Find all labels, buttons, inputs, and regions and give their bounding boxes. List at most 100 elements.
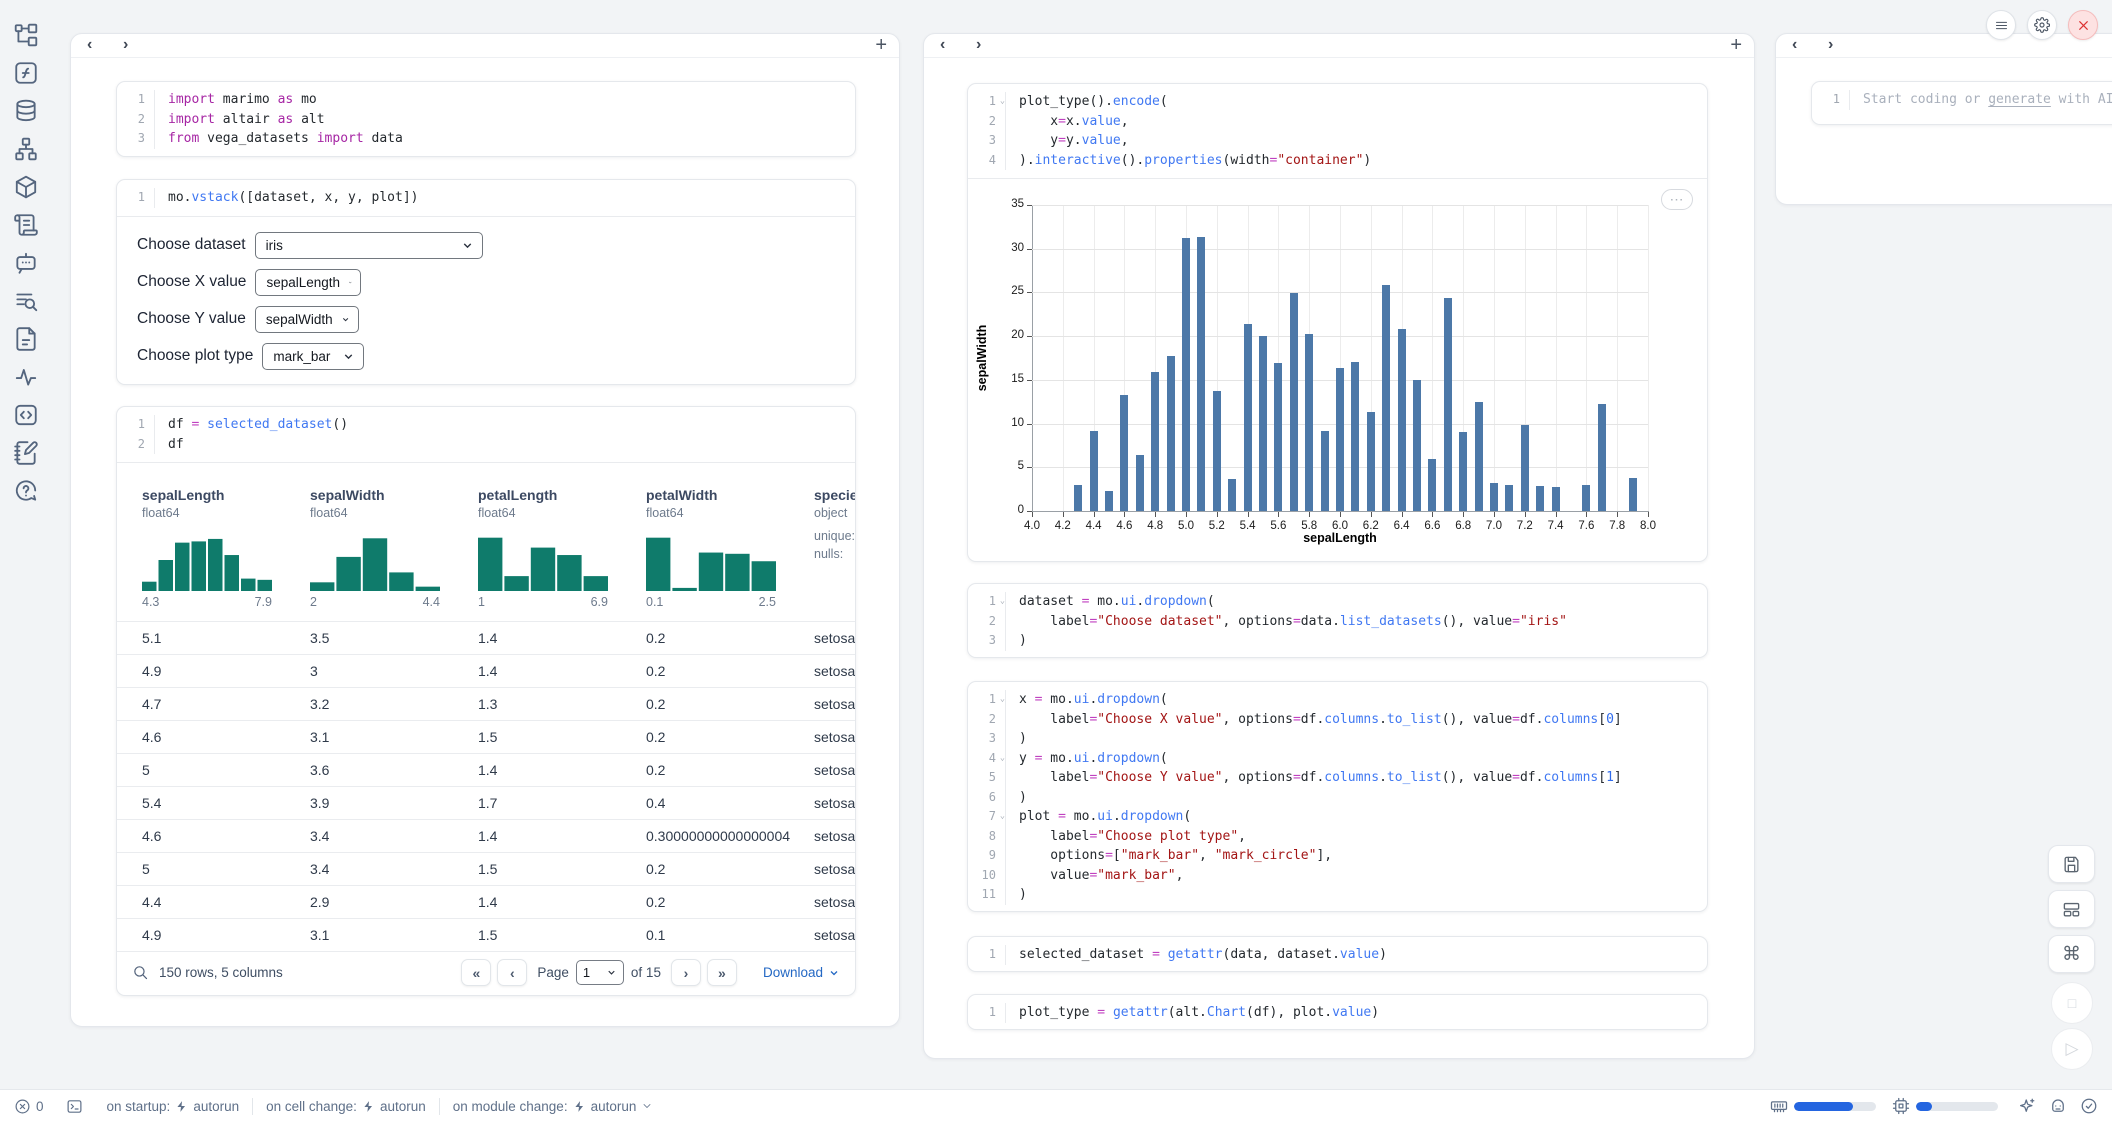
table-row[interactable]: 4.93.11.50.1setosa bbox=[117, 918, 855, 951]
dropdown-choose-dataset[interactable]: iris bbox=[255, 232, 483, 259]
add-cell-button[interactable]: + bbox=[1730, 34, 1742, 57]
table-row[interactable]: 53.61.40.2setosa bbox=[117, 753, 855, 786]
prev-page-button[interactable]: ‹ bbox=[497, 959, 527, 986]
table-row[interactable]: 5.43.91.70.4setosa bbox=[117, 786, 855, 819]
dropdown-choose-y-value[interactable]: sepalWidth bbox=[255, 306, 359, 333]
pulse-icon[interactable] bbox=[13, 364, 39, 390]
fold-icon[interactable]: ⌄ bbox=[1000, 812, 1005, 821]
bot-icon[interactable] bbox=[2049, 1097, 2067, 1115]
empty-cell-placeholder[interactable]: Start coding or generate with AI bbox=[1850, 90, 2112, 110]
ai-sparkles-icon[interactable] bbox=[2018, 1097, 2036, 1115]
chat-bot-icon[interactable] bbox=[13, 250, 39, 276]
fold-icon[interactable]: ⌄ bbox=[1000, 597, 1005, 606]
code-snippets-icon[interactable] bbox=[13, 402, 39, 428]
on-cell-change-toggle[interactable]: on cell change: autorun bbox=[266, 1099, 426, 1114]
table-row[interactable]: 53.41.50.2setosa bbox=[117, 852, 855, 885]
code-line[interactable]: x = mo.ui.dropdown( bbox=[1006, 690, 1168, 710]
page-select[interactable]: 1 bbox=[576, 960, 624, 985]
code-line[interactable]: ) bbox=[1006, 631, 1027, 651]
next-page-button[interactable]: › bbox=[671, 959, 701, 986]
dropdown-choose-x-value[interactable]: sepalLength bbox=[255, 269, 361, 296]
table-row[interactable]: 4.63.41.40.30000000000000004setosa bbox=[117, 819, 855, 852]
cell-selected-dataset[interactable]: 1selected_dataset = getattr(data, datase… bbox=[967, 936, 1708, 972]
code-line[interactable]: label="Choose Y value", options=df.colum… bbox=[1006, 768, 1622, 788]
file-tree-icon[interactable] bbox=[13, 22, 39, 48]
code-line[interactable]: value="mark_bar", bbox=[1006, 866, 1183, 886]
code-line[interactable]: label="Choose X value", options=df.colum… bbox=[1006, 710, 1622, 730]
code-line[interactable]: options=["mark_bar", "mark_circle"], bbox=[1006, 846, 1332, 866]
cell-dataframe[interactable]: 1df = selected_dataset()2df sepalLengthf… bbox=[116, 406, 856, 996]
error-indicator[interactable]: 0 bbox=[14, 1098, 44, 1115]
help-icon[interactable] bbox=[13, 478, 39, 504]
code-line[interactable]: ).interactive().properties(width="contai… bbox=[1006, 151, 1371, 171]
stop-button[interactable]: □ bbox=[2051, 982, 2093, 1024]
log-search-icon[interactable] bbox=[13, 288, 39, 314]
table-row[interactable]: 5.13.51.40.2setosa bbox=[117, 621, 855, 654]
cell-plot-type[interactable]: 1plot_type = getattr(alt.Chart(df), plot… bbox=[967, 994, 1708, 1030]
add-cell-button[interactable]: + bbox=[875, 34, 887, 57]
layout-button[interactable] bbox=[2048, 890, 2095, 928]
cell-vstack[interactable]: 1mo.vstack([dataset, x, y, plot]) Choose… bbox=[116, 179, 856, 385]
cell-xy-plot-dropdowns[interactable]: 1⌄x = mo.ui.dropdown(2 label="Choose X v… bbox=[967, 681, 1708, 912]
function-square-icon[interactable] bbox=[13, 60, 39, 86]
code-line[interactable]: plot_type = getattr(alt.Chart(df), plot.… bbox=[1006, 1003, 1379, 1023]
cell-imports[interactable]: 1import marimo as mo2import altair as al… bbox=[116, 81, 856, 157]
dependency-graph-icon[interactable] bbox=[13, 136, 39, 162]
code-line[interactable]: df = selected_dataset() bbox=[155, 415, 348, 435]
download-button[interactable]: Download bbox=[763, 965, 840, 980]
code-line[interactable]: df bbox=[155, 435, 184, 455]
cell-new-empty[interactable]: 1 Start coding or generate with AI bbox=[1811, 81, 2112, 125]
code-line[interactable]: import altair as alt bbox=[155, 110, 325, 130]
code-line[interactable]: import marimo as mo bbox=[155, 90, 317, 110]
code-line[interactable]: label="Choose plot type", bbox=[1006, 827, 1246, 847]
menu-icon[interactable] bbox=[1986, 10, 2016, 40]
code-line[interactable]: ) bbox=[1006, 788, 1027, 808]
document-icon[interactable] bbox=[13, 326, 39, 352]
code-line[interactable]: selected_dataset = getattr(data, dataset… bbox=[1006, 945, 1387, 965]
database-icon[interactable] bbox=[13, 98, 39, 124]
chart-menu-icon[interactable]: ⋯ bbox=[1661, 189, 1693, 210]
code-line[interactable]: from vega_datasets import data bbox=[155, 129, 403, 149]
collapse-left-icon[interactable]: ‹ bbox=[940, 36, 945, 54]
gear-icon[interactable] bbox=[2027, 10, 2057, 40]
keyboard-shortcuts-button[interactable]: ⌘ bbox=[2048, 935, 2095, 973]
last-page-button[interactable]: » bbox=[707, 959, 737, 986]
collapse-right-icon[interactable]: › bbox=[976, 36, 981, 54]
code-line[interactable]: y=y.value, bbox=[1006, 131, 1129, 151]
collapse-right-icon[interactable]: › bbox=[1828, 36, 1833, 54]
table-row[interactable]: 4.63.11.50.2setosa bbox=[117, 720, 855, 753]
scroll-icon[interactable] bbox=[13, 212, 39, 238]
fold-icon[interactable]: ⌄ bbox=[1000, 97, 1005, 106]
cell-dataset-dropdown[interactable]: 1⌄dataset = mo.ui.dropdown(2 label="Choo… bbox=[967, 583, 1708, 658]
code-line[interactable]: y = mo.ui.dropdown( bbox=[1006, 749, 1168, 769]
table-row[interactable]: 4.931.40.2setosa bbox=[117, 654, 855, 687]
on-module-change-toggle[interactable]: on module change: autorun bbox=[453, 1099, 654, 1114]
generate-with-ai-link[interactable]: generate bbox=[1988, 92, 2051, 107]
fold-icon[interactable]: ⌄ bbox=[1000, 695, 1005, 704]
dropdown-choose-plot-type[interactable]: mark_bar bbox=[262, 343, 364, 370]
on-startup-toggle[interactable]: on startup: autorun bbox=[107, 1099, 240, 1114]
package-cube-icon[interactable] bbox=[13, 174, 39, 200]
collapse-left-icon[interactable]: ‹ bbox=[1792, 36, 1797, 54]
code-line[interactable]: x=x.value, bbox=[1006, 112, 1129, 132]
code-line[interactable]: ) bbox=[1006, 885, 1027, 905]
scratchpad-icon[interactable] bbox=[13, 440, 39, 466]
code-line[interactable]: label="Choose dataset", options=data.lis… bbox=[1006, 612, 1567, 632]
first-page-button[interactable]: « bbox=[461, 959, 491, 986]
save-button[interactable] bbox=[2048, 845, 2095, 883]
table-row[interactable]: 4.73.21.30.2setosa bbox=[117, 687, 855, 720]
connection-check-icon[interactable] bbox=[2080, 1097, 2098, 1115]
code-line[interactable]: dataset = mo.ui.dropdown( bbox=[1006, 592, 1215, 612]
run-button[interactable]: ▷ bbox=[2051, 1028, 2093, 1070]
code-line[interactable]: ) bbox=[1006, 729, 1027, 749]
terminal-button[interactable] bbox=[66, 1098, 83, 1115]
collapse-left-icon[interactable]: ‹ bbox=[87, 36, 92, 54]
fold-icon[interactable]: ⌄ bbox=[1000, 754, 1005, 763]
code-line[interactable]: mo.vstack([dataset, x, y, plot]) bbox=[155, 188, 418, 208]
search-icon[interactable] bbox=[132, 964, 149, 981]
code-line[interactable]: plot_type().encode( bbox=[1006, 92, 1168, 112]
close-icon[interactable] bbox=[2068, 10, 2098, 40]
cell-chart[interactable]: 1⌄plot_type().encode(2 x=x.value,3 y=y.v… bbox=[967, 83, 1708, 562]
code-line[interactable]: plot = mo.ui.dropdown( bbox=[1006, 807, 1191, 827]
table-row[interactable]: 4.42.91.40.2setosa bbox=[117, 885, 855, 918]
